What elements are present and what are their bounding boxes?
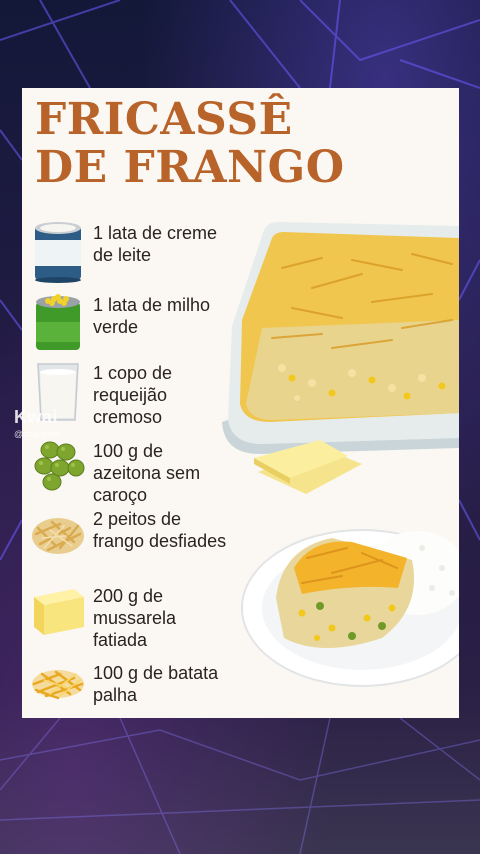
title-line-1: FRICASSÊ	[35, 94, 293, 145]
corn-can-icon	[36, 294, 80, 350]
fricasse-illustration	[222, 222, 459, 687]
title-line-2: DE FRANGO	[35, 142, 345, 193]
baking-dish	[222, 222, 459, 454]
cream-can-icon	[35, 222, 81, 283]
shredded-chicken-icon	[32, 518, 84, 554]
creator-handle: @acacertei...	[14, 429, 68, 439]
recipe-card: FRICASSÊ DE FRANGO 1 lata de creme de le…	[22, 88, 459, 718]
watermark: Kwai @acacertei...	[14, 407, 68, 441]
recipe-title: FRICASSÊ DE FRANGO	[35, 96, 345, 192]
olives-icon	[34, 441, 85, 491]
plate	[241, 529, 459, 687]
mozzarella-block-icon	[34, 589, 84, 635]
kwai-logo: Kwai	[14, 407, 59, 427]
potato-sticks-icon	[32, 670, 84, 700]
